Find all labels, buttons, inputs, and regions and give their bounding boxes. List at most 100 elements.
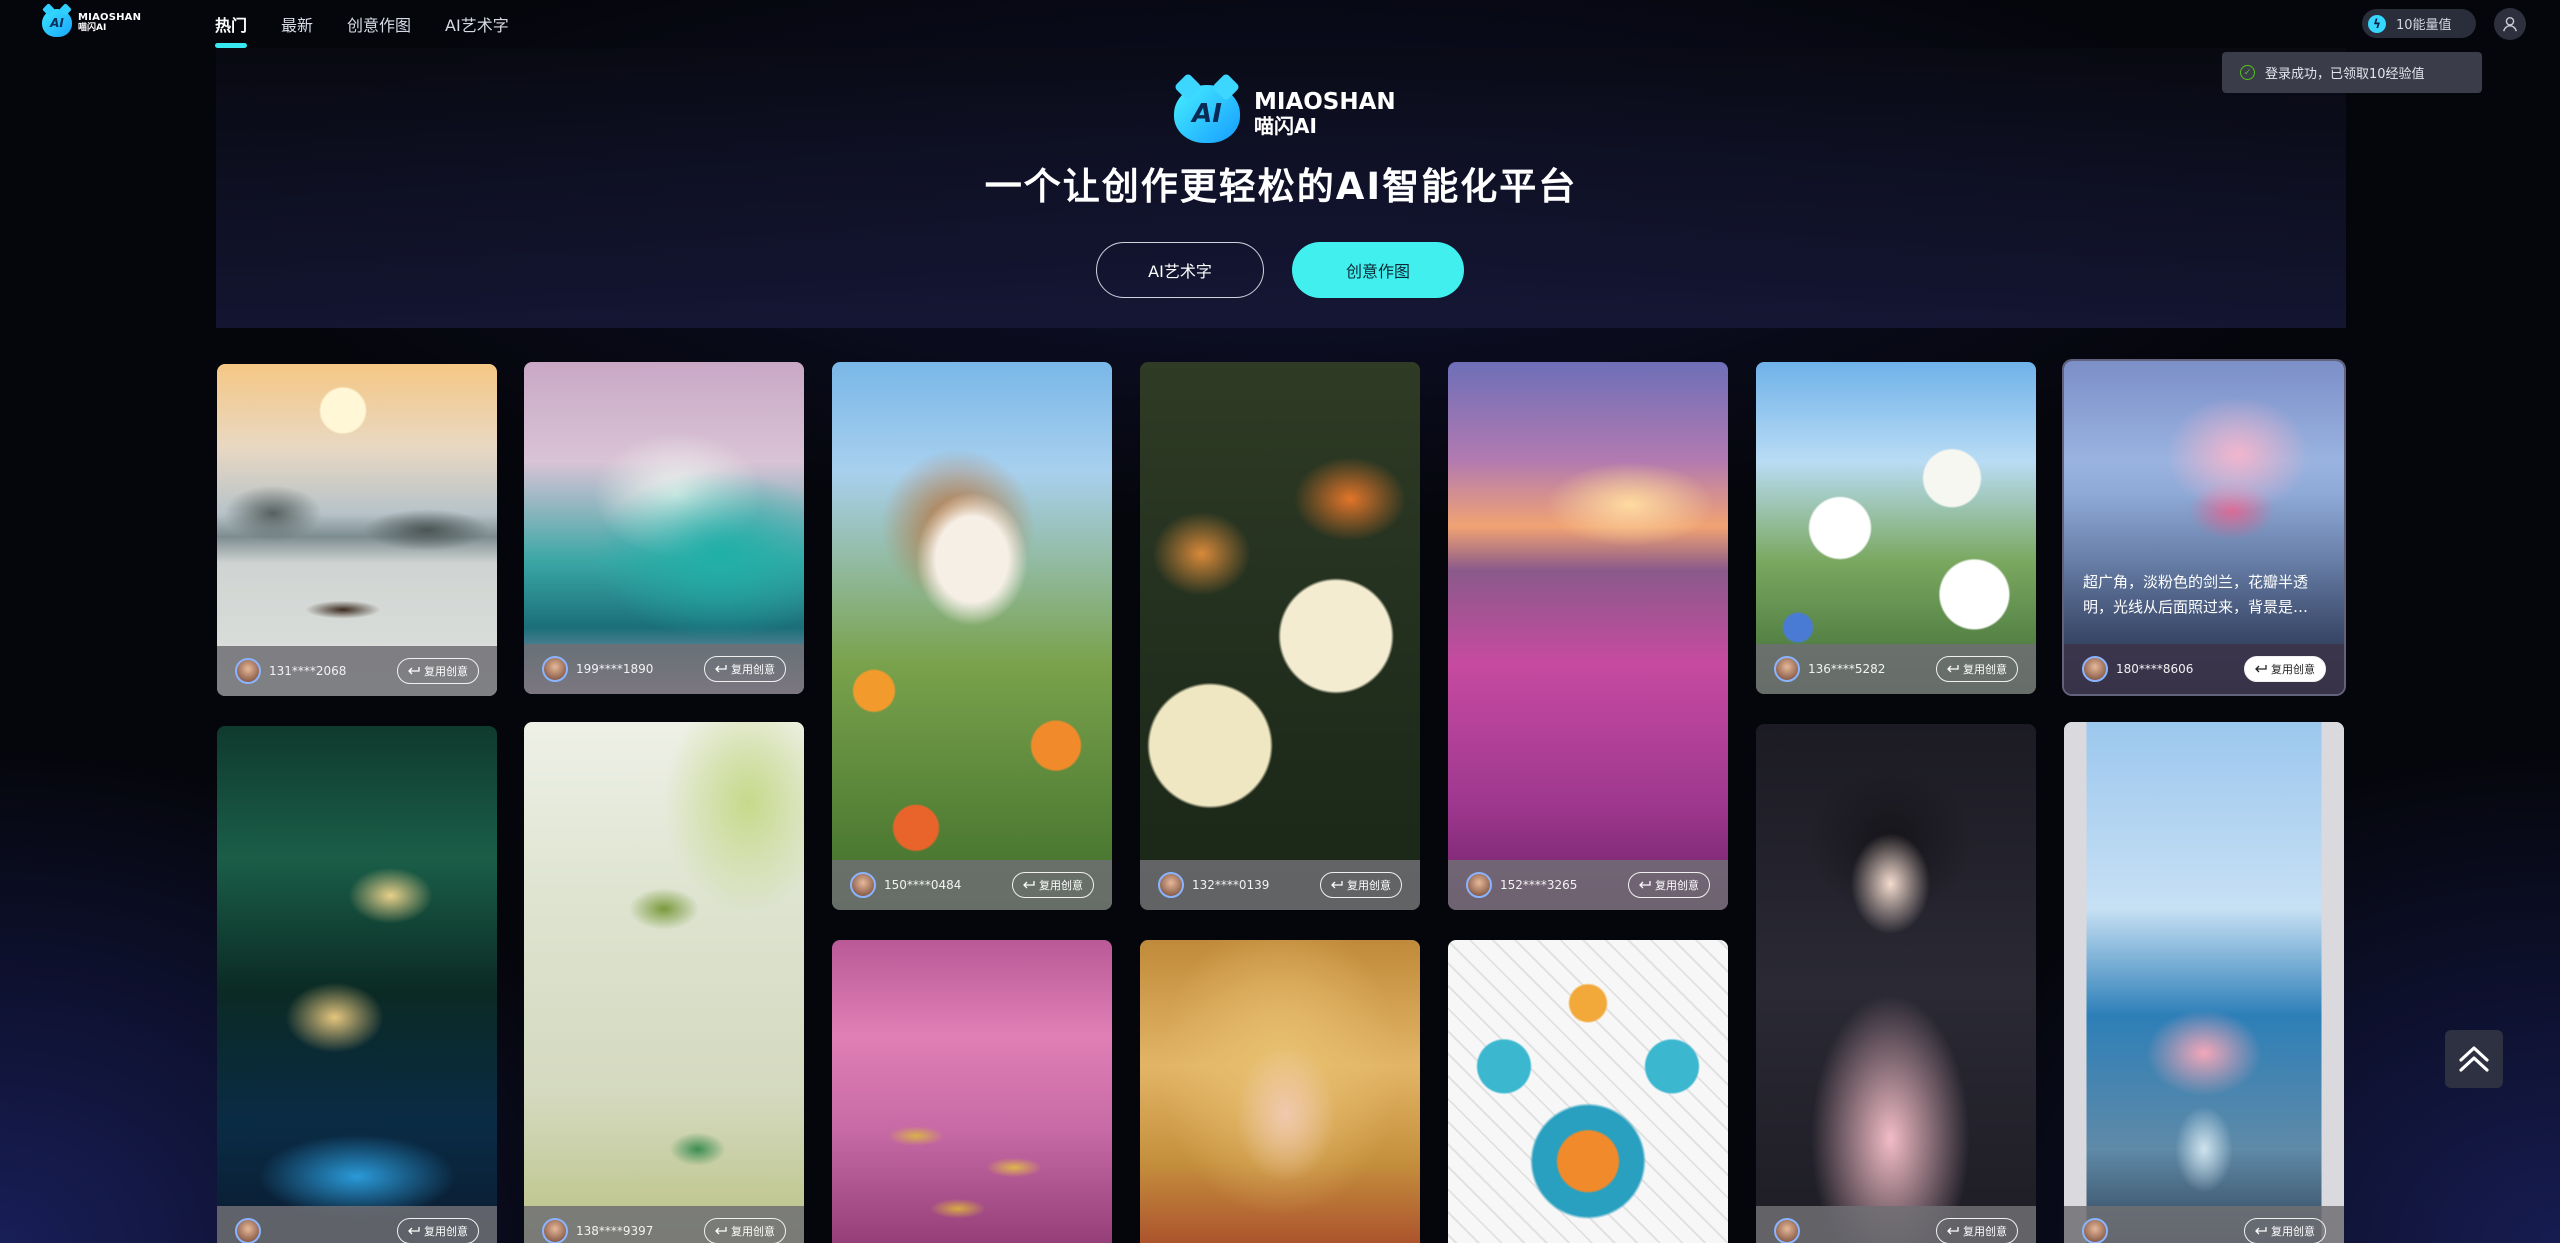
user-name: 150****0484 bbox=[884, 878, 962, 892]
reuse-idea-button[interactable]: 复用创意 bbox=[2244, 656, 2326, 682]
brand-name-en: MIAOSHAN bbox=[78, 12, 142, 23]
card-footer: 131****2068 复用创意 bbox=[217, 646, 497, 696]
brand-name-cn: 喵闪AI bbox=[78, 23, 107, 33]
tab-creative-drawing[interactable]: 创意作图 bbox=[347, 12, 411, 36]
card-image bbox=[1448, 940, 1728, 1243]
gallery-card[interactable]: 150****0484 复用创意 bbox=[832, 362, 1112, 910]
gallery-card[interactable]: 复用创意 bbox=[217, 726, 497, 1243]
gallery-card[interactable]: 152****3265 复用创意 bbox=[1448, 362, 1728, 910]
gallery-card[interactable] bbox=[1448, 940, 1728, 1243]
card-image bbox=[1140, 940, 1420, 1243]
card-image bbox=[1140, 362, 1420, 910]
gallery-card[interactable]: 131****2068 复用创意 bbox=[217, 364, 497, 696]
user-name: 131****2068 bbox=[269, 664, 347, 678]
lightning-icon: ϟ bbox=[2368, 14, 2386, 33]
brand-logo[interactable]: AI MIAOSHAN 喵闪AI bbox=[42, 9, 141, 37]
avatar bbox=[1466, 872, 1492, 898]
avatar bbox=[235, 1218, 261, 1243]
return-arrow-icon bbox=[1023, 881, 1035, 889]
avatar bbox=[542, 1218, 568, 1243]
gallery-card[interactable]: 136****5282 复用创意 bbox=[1756, 362, 2036, 694]
user-name: 180****8606 bbox=[2116, 662, 2194, 676]
hero-logo: AI MIAOSHAN 喵闪AI bbox=[1174, 85, 1396, 143]
return-arrow-icon bbox=[715, 1227, 727, 1235]
card-image bbox=[2064, 722, 2344, 1243]
return-arrow-icon bbox=[408, 667, 420, 675]
return-arrow-icon bbox=[1947, 1227, 1959, 1235]
card-footer: 180****8606 复用创意 bbox=[2064, 644, 2344, 694]
tab-ai-art-text[interactable]: AI艺术字 bbox=[445, 12, 509, 36]
reuse-idea-button[interactable]: 复用创意 bbox=[2244, 1218, 2326, 1243]
return-arrow-icon bbox=[1947, 665, 1959, 673]
avatar bbox=[2082, 1218, 2108, 1243]
avatar bbox=[542, 656, 568, 682]
card-image bbox=[217, 726, 497, 1243]
prompt-description: 超广角，淡粉色的剑兰，花瓣半透明，光线从后面照过来，背景是… bbox=[2083, 573, 2309, 616]
card-footer: 复用创意 bbox=[1756, 1206, 2036, 1243]
hero-logo-cn: 喵闪AI bbox=[1254, 114, 1317, 138]
user-menu-button[interactable] bbox=[2494, 8, 2526, 40]
return-arrow-icon bbox=[2255, 1227, 2267, 1235]
gallery-card[interactable]: 超广角，淡粉色的剑兰，花瓣半透明，光线从后面照过来，背景是… 180****86… bbox=[2064, 361, 2344, 694]
gallery-card[interactable]: 199****1890 复用创意 bbox=[524, 362, 804, 694]
return-arrow-icon bbox=[408, 1227, 420, 1235]
reuse-idea-button[interactable]: 复用创意 bbox=[1936, 656, 2018, 682]
cat-logo-icon: AI bbox=[1174, 85, 1240, 143]
user-name: 136****5282 bbox=[1808, 662, 1886, 676]
double-chevron-up-icon bbox=[2459, 1046, 2489, 1072]
card-footer: 152****3265 复用创意 bbox=[1448, 860, 1728, 910]
reuse-idea-button[interactable]: 复用创意 bbox=[704, 656, 786, 682]
gallery-card[interactable]: 复用创意 bbox=[1756, 724, 2036, 1243]
scroll-to-top-button[interactable] bbox=[2445, 1030, 2503, 1088]
reuse-idea-button[interactable]: 复用创意 bbox=[1936, 1218, 2018, 1243]
avatar bbox=[850, 872, 876, 898]
toast-text: 登录成功，已领取10经验值 bbox=[2265, 67, 2425, 82]
user-name: 199****1890 bbox=[576, 662, 654, 676]
reuse-idea-button[interactable]: 复用创意 bbox=[397, 1218, 479, 1243]
card-footer: 138****9397 复用创意 bbox=[524, 1206, 804, 1243]
reuse-idea-button[interactable]: 复用创意 bbox=[704, 1218, 786, 1243]
login-toast: ✓ 登录成功，已领取10经验值 bbox=[2222, 52, 2482, 93]
hero-title: 一个让创作更轻松的AI智能化平台 bbox=[984, 165, 1578, 208]
tab-hot[interactable]: 热门 bbox=[215, 12, 248, 48]
card-image bbox=[1756, 724, 2036, 1243]
gallery-card[interactable]: 138****9397 复用创意 bbox=[524, 722, 804, 1243]
card-footer: 199****1890 复用创意 bbox=[524, 644, 804, 694]
avatar bbox=[2082, 656, 2108, 682]
gallery-card[interactable]: 复用创意 bbox=[2064, 722, 2344, 1243]
card-image bbox=[832, 940, 1112, 1243]
user-icon bbox=[2503, 16, 2517, 32]
creative-drawing-button[interactable]: 创意作图 bbox=[1292, 242, 1464, 298]
avatar bbox=[1774, 656, 1800, 682]
return-arrow-icon bbox=[2255, 665, 2267, 673]
avatar bbox=[1774, 1218, 1800, 1243]
avatar bbox=[235, 658, 261, 684]
reuse-idea-button[interactable]: 复用创意 bbox=[1320, 872, 1402, 898]
gallery-card[interactable]: 132****0139 复用创意 bbox=[1140, 362, 1420, 910]
card-footer: 复用创意 bbox=[217, 1206, 497, 1243]
gallery-card[interactable] bbox=[832, 940, 1112, 1243]
tab-latest[interactable]: 最新 bbox=[281, 12, 313, 36]
cat-logo-icon: AI bbox=[42, 9, 72, 37]
reuse-idea-button[interactable]: 复用创意 bbox=[1012, 872, 1094, 898]
ai-art-text-button[interactable]: AI艺术字 bbox=[1096, 242, 1264, 298]
reuse-idea-button[interactable]: 复用创意 bbox=[397, 658, 479, 684]
energy-label: 10能量值 bbox=[2396, 18, 2452, 33]
gallery-card[interactable] bbox=[1140, 940, 1420, 1243]
return-arrow-icon bbox=[1639, 881, 1651, 889]
user-name: 138****9397 bbox=[576, 1224, 654, 1238]
card-image bbox=[832, 362, 1112, 910]
card-image bbox=[1448, 362, 1728, 910]
top-navbar: AI MIAOSHAN 喵闪AI 热门 最新 创意作图 AI艺术字 ϟ 10能量… bbox=[0, 0, 2560, 48]
hero-banner: AI MIAOSHAN 喵闪AI 一个让创作更轻松的AI智能化平台 AI艺术字 … bbox=[216, 48, 2346, 328]
card-footer: 150****0484 复用创意 bbox=[832, 860, 1112, 910]
card-footer: 复用创意 bbox=[2064, 1206, 2344, 1243]
hero-logo-en: MIAOSHAN bbox=[1254, 89, 1396, 115]
avatar bbox=[1158, 872, 1184, 898]
nav-tabs: 热门 最新 创意作图 AI艺术字 bbox=[215, 12, 509, 48]
card-image bbox=[524, 722, 804, 1243]
check-circle-icon: ✓ bbox=[2240, 65, 2255, 80]
reuse-idea-button[interactable]: 复用创意 bbox=[1628, 872, 1710, 898]
energy-badge[interactable]: ϟ 10能量值 bbox=[2362, 9, 2476, 38]
card-footer: 132****0139 复用创意 bbox=[1140, 860, 1420, 910]
